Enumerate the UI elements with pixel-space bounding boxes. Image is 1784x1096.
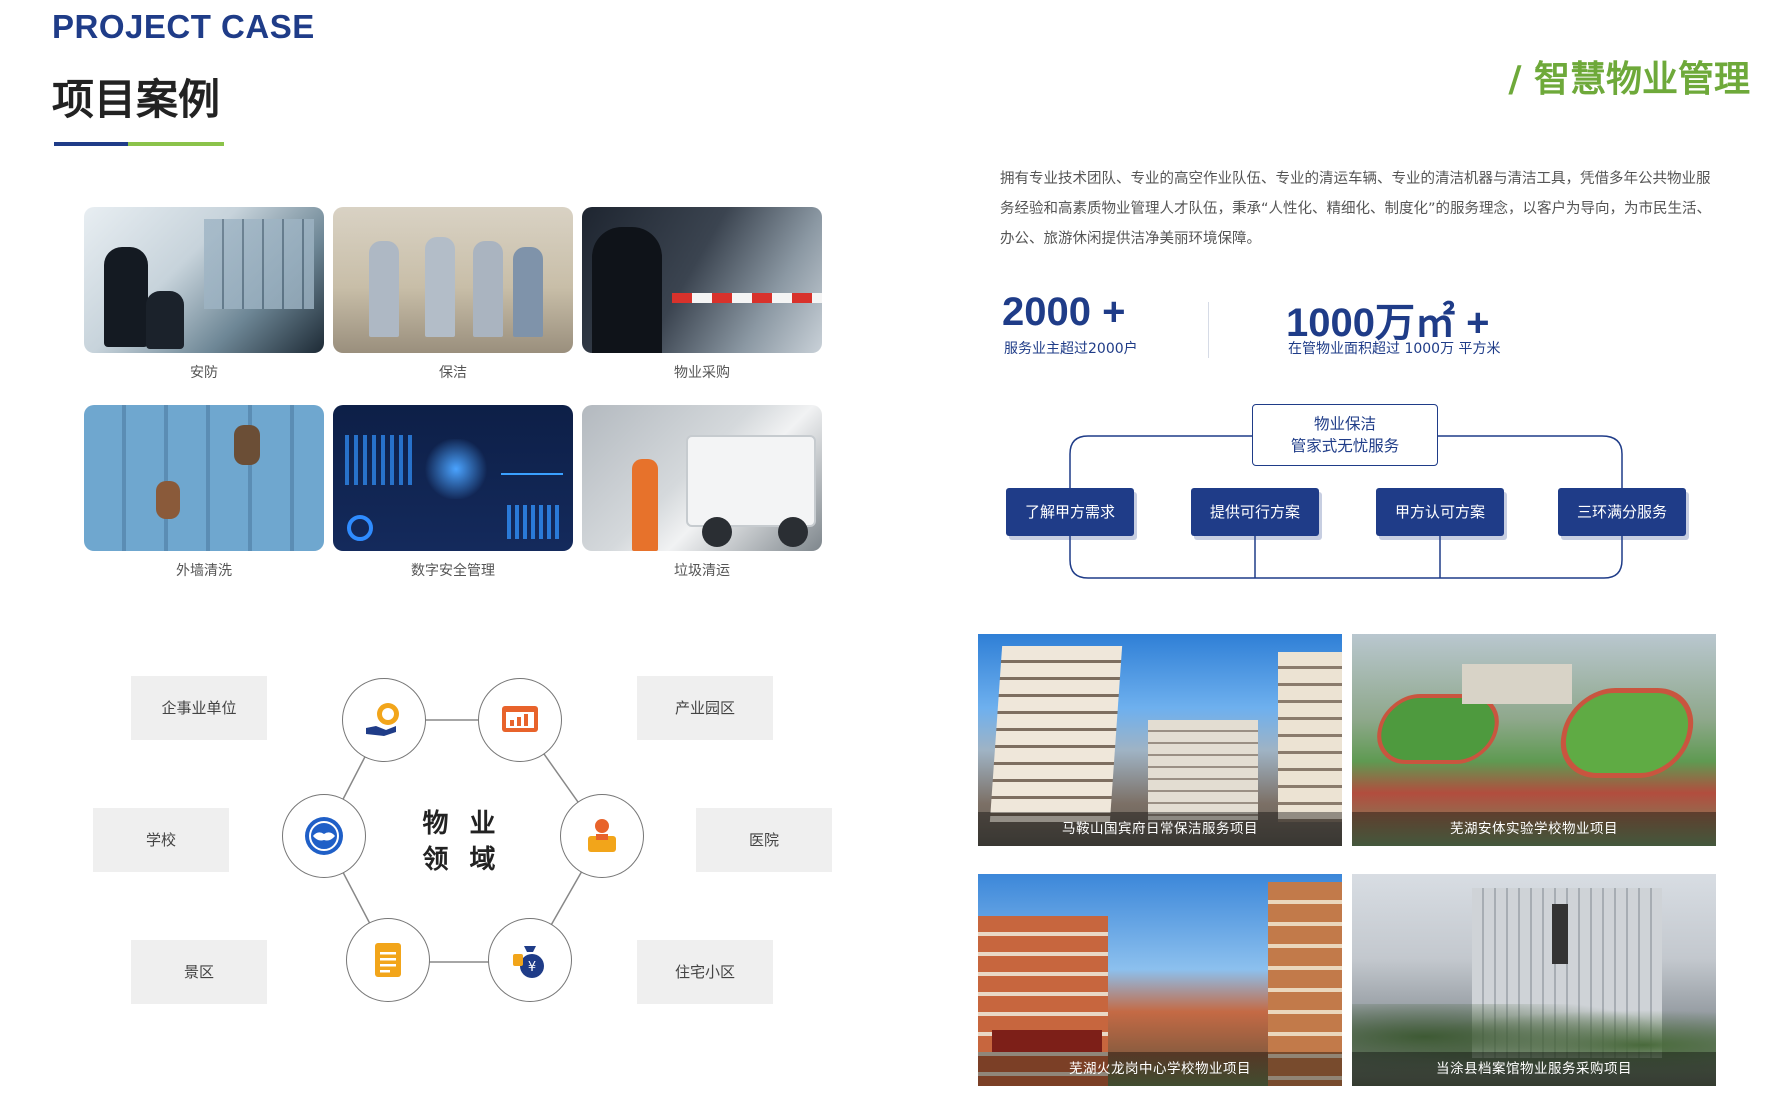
handshake-icon <box>305 817 343 855</box>
category-hospital: 医院 <box>696 808 832 872</box>
photo-facade-cleaning <box>84 405 324 551</box>
category-scenic-area: 景区 <box>131 940 267 1004</box>
category-enterprise: 企事业单位 <box>131 676 267 740</box>
photo-caption: 物业采购 <box>674 365 730 381</box>
flow-top-box: 物业保洁 管家式无忧服务 <box>1252 404 1438 466</box>
photo-caption: 安防 <box>190 365 218 381</box>
money-bag-icon: ¥ <box>513 946 544 978</box>
flow-step-1: 了解甲方需求 <box>1006 488 1134 536</box>
page-title: 项目案例 <box>52 75 221 124</box>
title-underline <box>54 142 224 146</box>
project-caption: 当涂县档案馆物业服务采购项目 <box>1352 1052 1716 1086</box>
flow-step-2: 提供可行方案 <box>1191 488 1319 536</box>
stat-divider <box>1208 302 1209 358</box>
worker-icon <box>588 819 616 852</box>
project-caption: 马鞍山国宾府日常保洁服务项目 <box>978 812 1342 846</box>
stat-value-owners: 2000 + <box>1002 290 1126 334</box>
photo-procurement <box>582 207 822 353</box>
photo-caption: 垃圾清运 <box>674 563 730 579</box>
node-monitor <box>478 678 562 762</box>
english-title: PROJECT CASE <box>52 8 315 45</box>
category-school: 学校 <box>93 808 229 872</box>
photo-security <box>84 207 324 353</box>
svg-text:¥: ¥ <box>528 960 536 975</box>
project-photo-2: 芜湖安体实验学校物业项目 <box>1352 634 1716 846</box>
project-photo-4: 当涂县档案馆物业服务采购项目 <box>1352 874 1716 1086</box>
document-icon <box>375 943 401 977</box>
photo-caption: 数字安全管理 <box>411 563 495 579</box>
stat-desc-owners: 服务业主超过2000户 <box>1004 341 1138 357</box>
node-document <box>346 918 430 1002</box>
intro-paragraph: 拥有专业技术团队、专业的高空作业队伍、专业的清运车辆、专业的清洁机器与清洁工具，… <box>1000 171 1712 247</box>
project-photo-3: 芜湖火龙岗中心学校物业项目 <box>978 874 1342 1086</box>
photo-caption: 外墙清洗 <box>176 563 232 579</box>
photo-digital-security <box>333 405 573 551</box>
node-handshake <box>282 794 366 878</box>
photo-cleaning <box>333 207 573 353</box>
monitor-chart-icon <box>502 706 538 732</box>
photo-caption: 保洁 <box>439 365 467 381</box>
domain-center-line2: 领 域 <box>422 845 502 875</box>
node-worker <box>560 794 644 878</box>
flow-top-line1: 物业保洁 <box>1313 415 1376 433</box>
hand-coin-icon <box>366 703 399 736</box>
flow-step-4: 三环满分服务 <box>1558 488 1686 536</box>
stat-desc-area: 在管物业面积超过 1000万 平方米 <box>1288 341 1501 357</box>
project-caption: 芜湖火龙岗中心学校物业项目 <box>978 1052 1342 1086</box>
project-photo-1: 马鞍山国宾府日常保洁服务项目 <box>978 634 1342 846</box>
domain-center-label: 物 业 领 域 <box>420 806 504 878</box>
flow-step-3: 甲方认可方案 <box>1376 488 1504 536</box>
project-caption: 芜湖安体实验学校物业项目 <box>1352 812 1716 846</box>
node-hand-coin <box>342 678 426 762</box>
photo-garbage-removal <box>582 405 822 551</box>
node-money-bag: ¥ <box>488 918 572 1002</box>
section-tag: / 智慧物业管理 <box>1508 59 1750 100</box>
domain-center-line1: 物 业 <box>422 809 502 839</box>
flow-top-line2: 管家式无忧服务 <box>1290 437 1400 455</box>
